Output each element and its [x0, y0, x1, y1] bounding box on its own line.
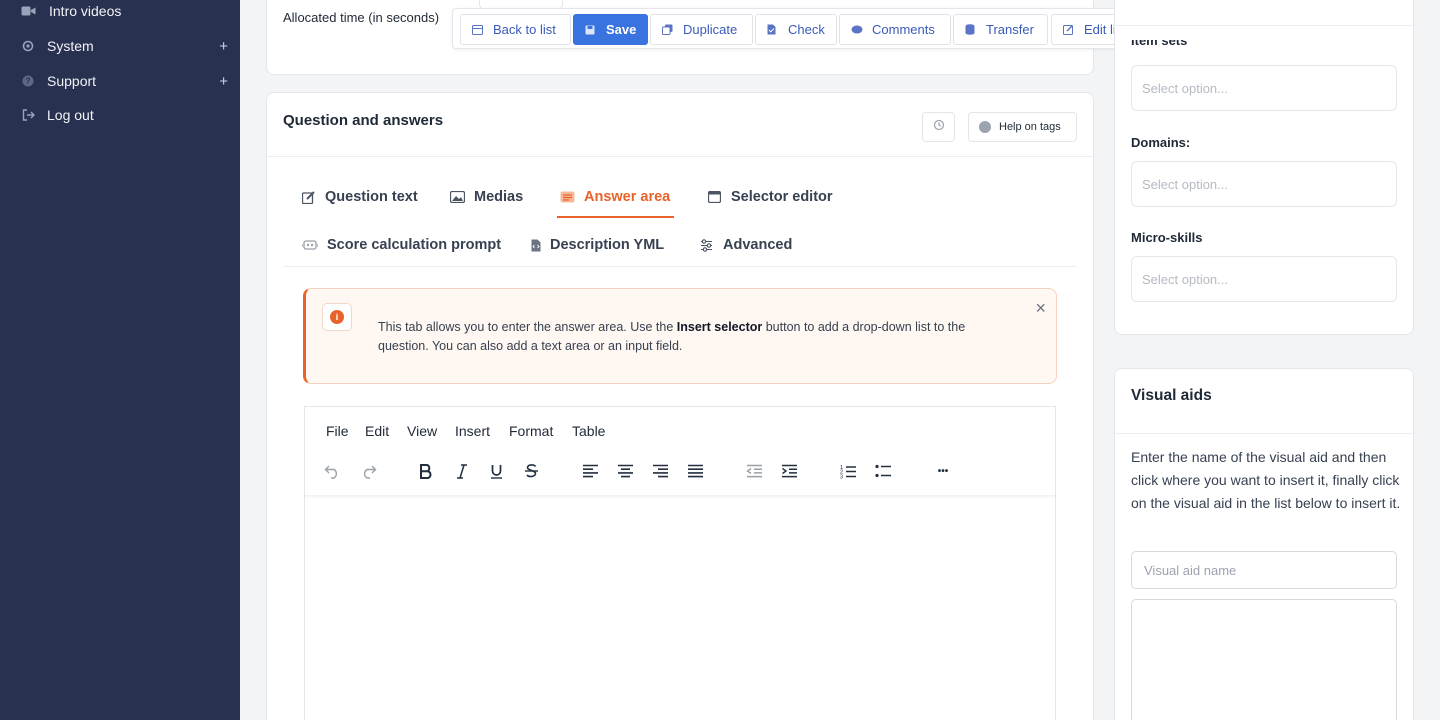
sidebar-item-system[interactable]: System + — [0, 31, 240, 61]
outdent-icon[interactable] — [743, 459, 765, 483]
info-alert: i This tab allows you to enter the answe… — [303, 288, 1057, 384]
underline-icon[interactable] — [485, 459, 507, 483]
menu-insert[interactable]: Insert — [455, 423, 490, 439]
edit-icon — [1063, 24, 1075, 36]
sidebar-item-label: Log out — [47, 107, 94, 123]
code-file-icon — [530, 238, 541, 253]
bold-icon[interactable] — [415, 459, 437, 483]
tab-score-calculation-prompt[interactable]: Score calculation prompt — [301, 233, 501, 257]
item-sets-select[interactable]: Select option... — [1131, 65, 1397, 111]
sliders-icon — [699, 238, 714, 253]
duplicate-button[interactable]: Duplicate — [650, 14, 753, 45]
transfer-button[interactable]: Transfer — [953, 14, 1048, 45]
tab-advanced[interactable]: Advanced — [699, 233, 792, 257]
bullet-list-icon[interactable] — [872, 459, 894, 483]
domains-select[interactable]: Select option... — [1131, 161, 1397, 207]
expand-icon[interactable]: + — [219, 73, 228, 90]
item-sets-label: Item sets — [1131, 40, 1188, 48]
edit-icon — [301, 190, 316, 205]
sidebar-item-intro-videos[interactable]: Intro videos — [0, 0, 240, 26]
divider — [267, 156, 1093, 157]
comment-icon — [851, 24, 863, 36]
active-tab-indicator — [557, 216, 674, 218]
help-circle-icon: ? — [20, 73, 36, 89]
copy-icon — [662, 24, 674, 36]
sidebar-item-support[interactable]: ? Support + — [0, 66, 240, 96]
logout-icon — [20, 107, 36, 123]
strikethrough-icon[interactable] — [520, 459, 542, 483]
window-icon — [707, 190, 722, 205]
svg-text:3: 3 — [840, 474, 843, 479]
menu-file[interactable]: File — [326, 423, 349, 439]
divider — [283, 266, 1077, 267]
save-button[interactable]: Save — [573, 14, 648, 45]
tab-answer-area[interactable]: Answer area — [560, 185, 670, 209]
history-icon — [933, 118, 945, 136]
check-button[interactable]: Check — [755, 14, 837, 45]
list-icon — [472, 24, 484, 36]
alert-message: This tab allows you to enter the answer … — [378, 320, 966, 353]
expand-icon[interactable]: + — [219, 38, 228, 55]
visual-aids-list[interactable] — [1131, 599, 1397, 720]
comments-button[interactable]: Comments — [839, 14, 951, 45]
database-icon — [965, 24, 977, 36]
visual-aid-name-input[interactable]: Visual aid name — [1131, 551, 1397, 589]
numbered-list-icon[interactable]: 123 — [837, 459, 859, 483]
tab-question-text[interactable]: Question text — [301, 185, 418, 209]
history-button[interactable] — [922, 112, 955, 142]
sidebar-item-label: Support — [47, 73, 97, 89]
section-title: Question and answers — [283, 112, 444, 129]
divider — [1115, 25, 1413, 26]
undo-icon[interactable] — [321, 459, 343, 483]
menu-view[interactable]: View — [407, 423, 437, 439]
sidebar-item-label: Intro videos — [49, 3, 122, 19]
action-toolbar: Back to list Save Duplicate Check Commen… — [452, 8, 1228, 49]
align-center-icon[interactable] — [614, 459, 636, 483]
micro-skills-label: Micro-skills — [1131, 230, 1203, 245]
micro-skills-select[interactable]: Select option... — [1131, 256, 1397, 302]
robot-icon — [301, 238, 318, 253]
sidebar-item-label: System — [47, 38, 94, 54]
domains-label: Domains: — [1131, 135, 1191, 150]
help-on-tags-button[interactable]: Help on tags — [968, 112, 1077, 142]
video-icon — [20, 3, 36, 19]
tab-medias[interactable]: Medias — [450, 185, 523, 209]
help-circle-icon — [979, 121, 991, 133]
menu-table[interactable]: Table — [572, 423, 605, 439]
editor-content-area[interactable] — [305, 499, 1055, 720]
visual-aids-title: Visual aids — [1131, 387, 1212, 404]
menu-format[interactable]: Format — [509, 423, 553, 439]
visual-aids-instructions: Enter the name of the visual aid and the… — [1131, 449, 1401, 511]
divider — [1115, 433, 1413, 434]
more-icon[interactable]: ••• — [931, 459, 955, 483]
align-right-icon[interactable] — [649, 459, 671, 483]
info-icon: i — [322, 303, 352, 331]
back-to-list-button[interactable]: Back to list — [460, 14, 571, 45]
allocated-time-label: Allocated time (in seconds) — [283, 10, 440, 25]
svg-text:?: ? — [26, 77, 31, 86]
sidebar-item-logout[interactable]: Log out — [0, 100, 240, 130]
close-icon[interactable]: × — [1035, 298, 1046, 319]
align-left-icon[interactable] — [579, 459, 601, 483]
gear-icon — [20, 38, 36, 54]
save-icon — [585, 24, 597, 36]
align-justify-icon[interactable] — [684, 459, 706, 483]
image-icon — [450, 190, 465, 205]
italic-icon[interactable] — [451, 459, 473, 483]
sidebar: Intro videos System + ? Support + Log ou… — [0, 0, 240, 720]
list-icon — [560, 190, 575, 205]
menu-edit[interactable]: Edit — [365, 423, 389, 439]
document-check-icon — [767, 24, 779, 36]
tab-selector-editor[interactable]: Selector editor — [707, 185, 833, 209]
indent-icon[interactable] — [778, 459, 800, 483]
rich-text-editor: File Edit View Insert Format Table 123 •… — [304, 406, 1056, 720]
tab-description-yml[interactable]: Description YML — [530, 233, 664, 257]
redo-icon[interactable] — [357, 459, 379, 483]
